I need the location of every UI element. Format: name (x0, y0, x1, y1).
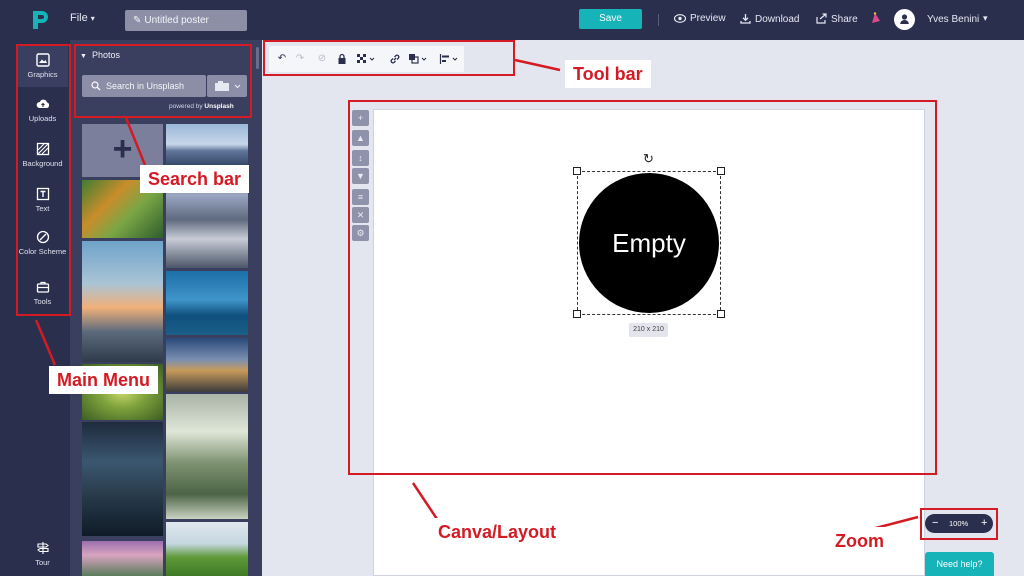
share-button[interactable]: Share (816, 13, 858, 25)
photo-thumbnail[interactable] (166, 394, 248, 519)
need-help-button[interactable]: Need help? (925, 552, 994, 576)
label-canva-layout: Canva/Layout (430, 518, 565, 546)
eye-icon (673, 14, 687, 23)
preview-button[interactable]: Preview (673, 13, 726, 24)
file-menu-label: File (70, 12, 88, 24)
share-label: Share (831, 14, 858, 25)
photo-thumbnail[interactable] (82, 422, 163, 536)
toolbar-highlight (263, 40, 515, 76)
file-menu[interactable]: File ▾ (70, 12, 95, 24)
panel-scrollbar[interactable] (256, 47, 259, 69)
share-icon (816, 13, 827, 24)
download-label: Download (755, 14, 800, 25)
pencil-icon: ✎ (133, 15, 142, 26)
preview-label: Preview (690, 13, 726, 24)
photo-thumbnail[interactable] (82, 541, 163, 576)
main-menu-highlight (16, 44, 71, 316)
zoom-highlight (920, 508, 998, 540)
save-button[interactable]: Save (579, 9, 642, 29)
photo-thumbnail[interactable] (166, 271, 248, 335)
chevron-down-icon[interactable]: ▾ (983, 13, 988, 24)
photo-thumbnail[interactable] (166, 522, 248, 576)
party-hat-icon[interactable] (870, 12, 881, 24)
app-logo-icon[interactable] (30, 9, 50, 31)
canvas-highlight (348, 100, 937, 475)
search-highlight (74, 44, 252, 118)
chevron-down-icon: ▾ (90, 14, 95, 23)
poster-title-field[interactable]: ✎ Untitled poster (125, 10, 247, 31)
label-tool-bar: Tool bar (565, 60, 651, 88)
photo-thumbnail[interactable] (166, 124, 248, 169)
username[interactable]: Yves Benini (927, 14, 979, 25)
tour-label: Tour (35, 558, 50, 567)
poster-title-text: Untitled poster (144, 15, 209, 26)
top-bar: File ▾ ✎ Untitled poster Save Preview Down… (0, 0, 1024, 40)
app-root: File ▾ ✎ Untitled poster Save Preview Down… (0, 0, 1024, 576)
download-icon (740, 14, 751, 24)
photo-thumbnail[interactable] (166, 338, 248, 392)
label-main-menu: Main Menu (49, 366, 158, 394)
avatar[interactable] (894, 9, 915, 30)
user-icon (900, 14, 909, 24)
signpost-icon (36, 542, 49, 554)
download-button[interactable]: Download (740, 13, 799, 25)
tour-button[interactable]: Tour (17, 541, 68, 567)
label-search-bar: Search bar (140, 165, 250, 193)
photo-thumbnail[interactable] (82, 241, 163, 362)
label-zoom: Zoom (827, 527, 892, 555)
divider (658, 14, 659, 26)
